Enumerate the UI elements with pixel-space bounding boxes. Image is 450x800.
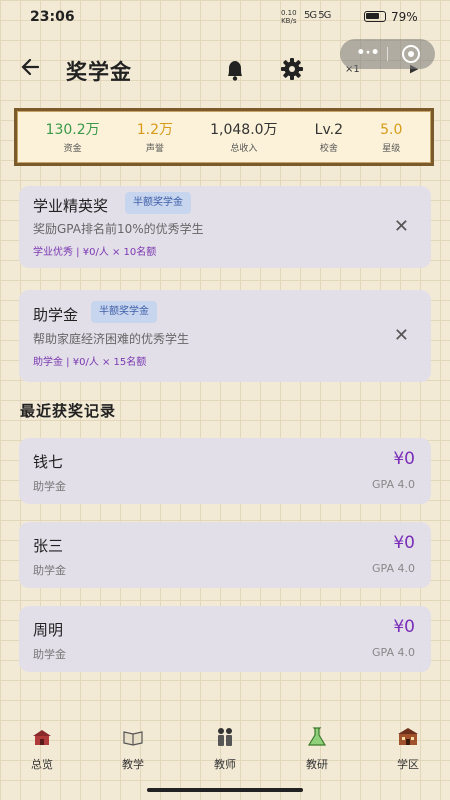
nav-label: 总览 xyxy=(31,758,53,771)
scholarship-badge: 半额奖学金 xyxy=(125,192,191,214)
back-button[interactable] xyxy=(20,56,50,84)
close-mini-program-icon[interactable] xyxy=(402,45,420,63)
nav-label: 教学 xyxy=(122,758,144,771)
scholarship-name: 学业精英奖 xyxy=(33,197,109,215)
network-speed-value: 0.10 xyxy=(281,9,297,17)
status-bar: 23:06 0.10 KB/s 5G 5G 79% xyxy=(0,0,450,34)
scholarship-name: 助学金 xyxy=(33,306,79,324)
award-record[interactable]: 张三 助学金 ¥0 GPA 4.0 xyxy=(19,522,431,588)
section-title: 最近获奖记录 xyxy=(20,402,117,420)
bottom-nav: 总览 教学 教师 教研 学区 xyxy=(0,720,450,780)
teachers-icon xyxy=(218,728,232,746)
close-icon[interactable]: ✕ xyxy=(394,325,409,346)
award-record[interactable]: 周明 助学金 ¥0 GPA 4.0 xyxy=(19,606,431,672)
stat-label: 总收入 xyxy=(230,143,258,154)
student-name: 钱七 xyxy=(33,453,64,471)
scholarship-card[interactable]: 助学金 半额奖学金 帮助家庭经济困难的优秀学生 助学金 | ¥0/人 × 15名… xyxy=(19,290,431,382)
stat-value: 1.2万 xyxy=(136,121,174,138)
close-icon[interactable]: ✕ xyxy=(394,216,409,237)
settings-button[interactable] xyxy=(280,57,304,81)
award-type: 助学金 xyxy=(33,648,66,661)
student-name: 张三 xyxy=(33,537,64,555)
stat-value: 130.2万 xyxy=(45,121,100,138)
scholarship-badge: 半额奖学金 xyxy=(91,301,157,323)
scholarship-description: 奖励GPA排名前10%的优秀学生 xyxy=(33,222,204,236)
stat-star-rating: 5.0 星级 xyxy=(380,121,402,154)
student-gpa: GPA 4.0 xyxy=(372,562,415,575)
nav-item-overview[interactable]: 总览 xyxy=(12,726,72,776)
mini-program-capsule: •·• xyxy=(340,39,435,69)
nav-item-teaching[interactable]: 教学 xyxy=(103,726,163,776)
flask-icon xyxy=(307,727,327,746)
book-icon xyxy=(123,731,143,746)
student-gpa: GPA 4.0 xyxy=(372,478,415,491)
award-type: 助学金 xyxy=(33,480,66,493)
bell-icon xyxy=(228,61,242,81)
back-arrow-icon xyxy=(21,58,40,76)
stat-label: 校舍 xyxy=(319,143,338,154)
campus-icon xyxy=(398,728,418,745)
stat-label: 声誉 xyxy=(145,143,164,154)
more-options-icon[interactable]: •·• xyxy=(354,45,382,63)
header: 奖学金 ×1 ▶ •·• xyxy=(0,39,450,94)
award-amount: ¥0 xyxy=(393,533,415,553)
stat-value: 5.0 xyxy=(380,121,403,138)
battery-icon xyxy=(364,11,386,22)
stat-campus-level: Lv.2 校舍 xyxy=(315,121,343,154)
award-record[interactable]: 钱七 助学金 ¥0 GPA 4.0 xyxy=(19,438,431,504)
stat-total-income: 1,048.0万 总收入 xyxy=(210,121,277,154)
signal-icon: 5G 5G xyxy=(304,10,331,21)
stat-reputation: 1.2万 声誉 xyxy=(137,121,173,154)
scholarship-meta: 学业优秀 | ¥0/人 × 10名额 xyxy=(33,247,157,258)
stat-value: 1,048.0万 xyxy=(210,121,278,138)
school-building-icon xyxy=(33,730,51,745)
nav-item-teachers[interactable]: 教师 xyxy=(195,726,255,776)
scholarship-meta: 助学金 | ¥0/人 × 15名额 xyxy=(33,357,147,368)
stat-value: Lv.2 xyxy=(314,121,344,138)
scholarship-card[interactable]: 学业精英奖 半额奖学金 奖励GPA排名前10%的优秀学生 学业优秀 | ¥0/人… xyxy=(19,186,431,268)
capsule-divider xyxy=(387,47,388,61)
network-speed-unit: KB/s xyxy=(281,17,297,25)
stats-panel: 130.2万 资金 1.2万 声誉 1,048.0万 总收入 Lv.2 校舍 5… xyxy=(14,108,434,166)
home-indicator xyxy=(147,788,303,792)
nav-label: 学区 xyxy=(397,758,419,771)
nav-item-research[interactable]: 教研 xyxy=(287,726,347,776)
nav-item-campus[interactable]: 学区 xyxy=(378,726,438,776)
network-speed: 0.10 KB/s xyxy=(281,9,297,25)
student-name: 周明 xyxy=(33,621,64,639)
stat-label: 星级 xyxy=(382,143,401,154)
student-gpa: GPA 4.0 xyxy=(372,646,415,659)
gear-icon xyxy=(281,58,303,80)
battery-percent: 79% xyxy=(391,10,418,24)
stat-funds: 130.2万 资金 xyxy=(46,121,100,154)
award-amount: ¥0 xyxy=(393,617,415,637)
nav-label: 教师 xyxy=(214,758,236,771)
award-amount: ¥0 xyxy=(393,449,415,469)
award-type: 助学金 xyxy=(33,564,66,577)
nav-label: 教研 xyxy=(306,758,328,771)
scholarship-description: 帮助家庭经济困难的优秀学生 xyxy=(33,332,190,346)
notification-button[interactable] xyxy=(224,58,246,82)
status-time: 23:06 xyxy=(30,9,75,25)
stat-label: 资金 xyxy=(63,143,82,154)
battery-fill xyxy=(366,13,379,19)
page-title: 奖学金 xyxy=(66,60,132,84)
